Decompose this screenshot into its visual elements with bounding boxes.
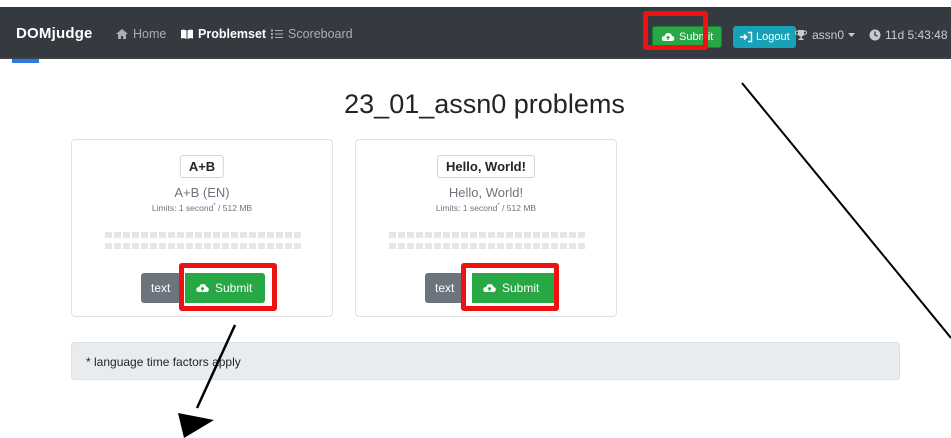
annotation-arrow-shaft — [195, 324, 237, 409]
annotation-arrowhead — [178, 413, 214, 438]
annotation-arrows — [178, 82, 951, 438]
page: DOMjudge Home Problemset Scoreboard Subm… — [0, 0, 951, 438]
annotation-line — [741, 82, 951, 339]
